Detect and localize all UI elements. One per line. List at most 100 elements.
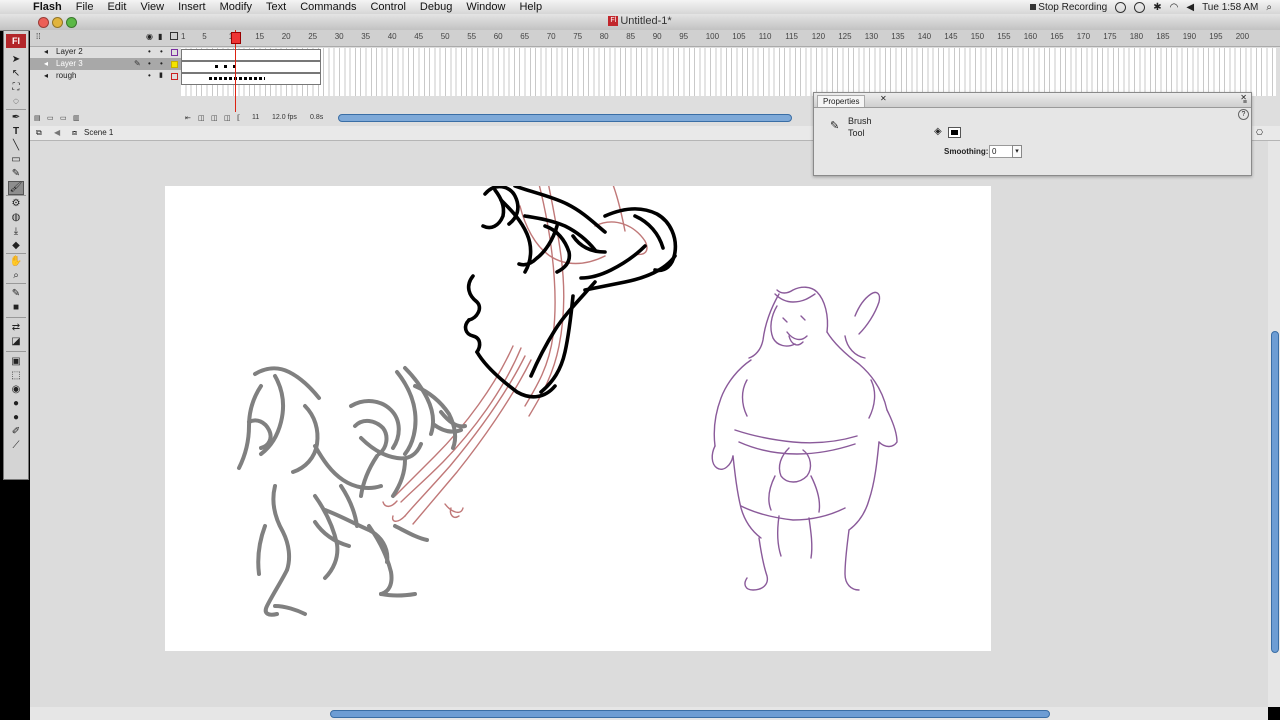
default-colors-icon[interactable]: ◪ <box>8 335 24 349</box>
stage-canvas[interactable] <box>165 186 991 651</box>
timeline-scrollbar[interactable] <box>338 114 792 122</box>
menu-debug[interactable]: Debug <box>413 0 459 14</box>
wifi-icon[interactable]: ◠ <box>1170 2 1179 13</box>
text-tool-icon[interactable]: T <box>8 125 24 139</box>
outline-icon[interactable] <box>170 32 178 40</box>
smoothing-dropdown-icon[interactable]: ▾ <box>1012 145 1022 158</box>
properties-panel-header[interactable]: Properties ✕ ✕ ≡ <box>814 93 1251 108</box>
zoom-tool-icon[interactable]: ⌕ <box>8 269 24 283</box>
menu-window[interactable]: Window <box>459 0 512 14</box>
edit-multiple-icon[interactable]: ◫ <box>224 114 231 122</box>
back-arrow-icon[interactable]: ◀ <box>54 126 60 140</box>
layer-name[interactable]: rough <box>56 70 76 82</box>
onion-markers-icon[interactable]: ⟦ <box>237 114 240 122</box>
help-icon[interactable]: ? <box>1238 109 1249 120</box>
lock-dot-icon[interactable]: • <box>160 58 163 70</box>
menu-view[interactable]: View <box>133 0 171 14</box>
fill-color-swatch[interactable] <box>948 127 961 138</box>
rectangle-tool-icon[interactable]: ▭ <box>8 153 24 167</box>
ruler-tick-label: 195 <box>1209 32 1223 41</box>
volume-icon[interactable]: ◀ <box>1186 2 1194 13</box>
visible-dot-icon[interactable]: • <box>148 58 151 70</box>
layer-name[interactable]: Layer 2 <box>56 46 83 58</box>
subselection-tool-icon[interactable]: ↖ <box>8 67 24 81</box>
menu-text[interactable]: Text <box>259 0 293 14</box>
layer-name[interactable]: Layer 3 <box>56 58 83 70</box>
center-frame-icon[interactable]: ⇤ <box>185 114 191 122</box>
object-drawing-icon[interactable]: ▣ <box>8 355 24 369</box>
hand-tool-icon[interactable]: ✋ <box>8 255 24 269</box>
lasso-tool-icon[interactable]: ◌ <box>8 95 24 109</box>
brush-tool-icon[interactable]: 🖌 <box>8 181 24 195</box>
document-title-text: Untitled-1* <box>620 15 672 27</box>
playhead[interactable] <box>231 30 241 112</box>
lock-icon[interactable]: ▮ <box>159 70 163 82</box>
onion-outline-icon[interactable]: ◫ <box>211 114 218 122</box>
onion-skin-icon[interactable]: ◫ <box>198 114 205 122</box>
visible-dot-icon[interactable]: • <box>148 70 151 82</box>
selection-tool-icon[interactable]: ➤ <box>8 53 24 67</box>
menu-help[interactable]: Help <box>512 0 549 14</box>
visible-dot-icon[interactable]: • <box>148 46 151 58</box>
playhead-handle[interactable] <box>231 32 241 44</box>
menu-file[interactable]: File <box>69 0 101 14</box>
pressure-icon[interactable]: ✐ <box>8 425 24 439</box>
bluetooth-icon[interactable]: ✱ <box>1153 2 1161 13</box>
eraser-tool-icon[interactable]: ◆ <box>8 239 24 253</box>
edit-symbol-icon[interactable]: ⎔ <box>1256 126 1263 140</box>
guide-icon[interactable]: ▭ <box>60 114 67 122</box>
lock-icon[interactable]: ▮ <box>158 32 162 41</box>
horizontal-scrollbar[interactable] <box>30 707 1268 720</box>
eye-icon[interactable]: ◉ <box>146 32 153 41</box>
menu-modify[interactable]: Modify <box>213 0 259 14</box>
close-tab-icon[interactable]: ✕ <box>880 94 887 103</box>
frame-ruler[interactable]: 1510152025303540455055606570758085909510… <box>181 30 1276 46</box>
lock-dot-icon[interactable]: • <box>160 46 163 58</box>
frame-span-layer3[interactable] <box>181 61 321 73</box>
menu-app[interactable]: Flash <box>26 0 69 14</box>
menu-commands[interactable]: Commands <box>293 0 363 14</box>
layer-color-box[interactable] <box>171 73 178 80</box>
free-transform-tool-icon[interactable]: ⛶ <box>8 81 24 95</box>
new-folder-icon[interactable]: ▭ <box>47 114 54 122</box>
menu-edit[interactable]: Edit <box>100 0 133 14</box>
properties-tab[interactable]: Properties <box>817 95 866 107</box>
horizontal-scroll-thumb[interactable] <box>330 710 1050 718</box>
vertical-scrollbar[interactable] <box>1268 141 1280 707</box>
sync-icon[interactable] <box>1115 1 1127 13</box>
line-tool-icon[interactable]: ╲ <box>8 139 24 153</box>
spotlight-icon[interactable]: ⌕ <box>1266 2 1272 13</box>
scene-name[interactable]: Scene 1 <box>84 126 113 140</box>
tools-divider <box>6 351 26 352</box>
brush-shape-icon[interactable]: ● <box>8 411 24 425</box>
stop-recording-item[interactable]: Stop Recording <box>1030 2 1107 13</box>
paint-bucket-tool-icon[interactable]: ◍ <box>8 211 24 225</box>
eyedropper-tool-icon[interactable]: ⤓ <box>8 225 24 239</box>
tilt-icon[interactable]: ⟋ <box>8 439 24 453</box>
swap-colors-icon[interactable]: ⇄ <box>8 321 24 335</box>
brush-size-icon[interactable]: ● <box>8 397 24 411</box>
menu-control[interactable]: Control <box>363 0 412 14</box>
stroke-color-icon[interactable]: ✎ <box>8 287 24 301</box>
pen-tool-icon[interactable]: ✒ <box>8 111 24 125</box>
panel-menu-icon[interactable]: ≡ <box>1243 99 1247 106</box>
layer-color-box[interactable] <box>171 49 178 56</box>
menu-insert[interactable]: Insert <box>171 0 213 14</box>
pencil-tool-icon[interactable]: ✎ <box>8 167 24 181</box>
frames-grid[interactable] <box>181 48 1276 96</box>
fill-color-icon[interactable]: ■ <box>8 301 24 315</box>
time-machine-icon[interactable] <box>1134 1 1146 13</box>
clock[interactable]: Tue 1:58 AM <box>1202 2 1258 13</box>
ruler-tick-label: 185 <box>1156 32 1170 41</box>
lock-fill-icon[interactable]: ⬚ <box>8 369 24 383</box>
layer-color-box[interactable] <box>171 61 178 68</box>
frame-span-layer2[interactable] <box>181 49 321 61</box>
bone-tool-icon[interactable]: ⚙ <box>8 197 24 211</box>
delete-layer-icon[interactable]: ▥ <box>73 114 80 122</box>
keyframes-rough[interactable] <box>209 77 265 80</box>
brush-mode-icon[interactable]: ◉ <box>8 383 24 397</box>
smoothing-input[interactable]: 0 <box>989 145 1013 158</box>
vertical-scroll-thumb[interactable] <box>1271 331 1279 653</box>
timeline-toggle-icon[interactable]: ⧉ <box>36 126 42 140</box>
new-layer-icon[interactable]: ▤ <box>34 114 41 122</box>
